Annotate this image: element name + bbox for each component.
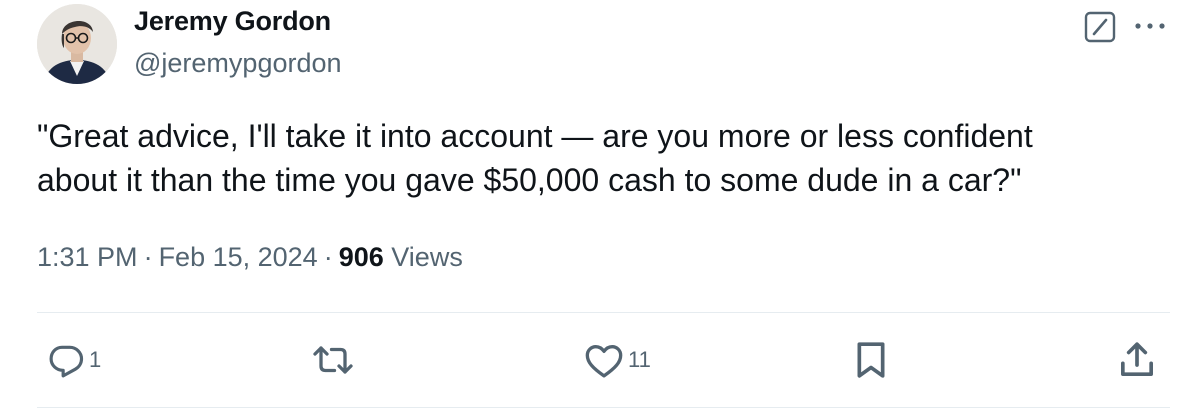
- like-count: 11: [628, 347, 651, 372]
- like-button[interactable]: 11: [584, 340, 651, 380]
- divider: [37, 407, 1170, 408]
- tweet-text: "Great advice, I'll take it into account…: [37, 114, 1157, 202]
- grok-icon: [1084, 11, 1116, 43]
- views-count: 906: [338, 242, 384, 272]
- reply-count: 1: [89, 347, 102, 372]
- reply-button[interactable]: 1: [47, 340, 101, 380]
- author-name[interactable]: Jeremy Gordon: [134, 6, 331, 37]
- reply-icon: [49, 345, 84, 378]
- more-horizontal-icon: [1135, 23, 1165, 29]
- profile-photo-icon: [37, 4, 117, 84]
- heart-icon: [585, 345, 623, 378]
- tweet-date[interactable]: Feb 15, 2024: [159, 242, 318, 272]
- tweet-time[interactable]: 1:31 PM: [37, 242, 138, 272]
- retweet-button[interactable]: [312, 340, 358, 380]
- tweet-meta: 1:31 PM · Feb 15, 2024 · 906 Views: [37, 242, 463, 273]
- author-handle[interactable]: @jeremypgordon: [134, 48, 342, 79]
- tweet-text-line: about it than the time you gave $50,000 …: [37, 162, 1022, 198]
- retweet-icon: [313, 346, 353, 374]
- more-button[interactable]: [1130, 14, 1170, 38]
- divider: [37, 312, 1170, 313]
- share-button[interactable]: [1117, 340, 1157, 380]
- bookmark-icon: [857, 342, 885, 378]
- meta-separator: ·: [323, 242, 333, 272]
- bookmark-button[interactable]: [852, 340, 890, 380]
- tweet-text-line: "Great advice, I'll take it into account…: [37, 118, 1033, 154]
- views-label: Views: [391, 242, 463, 272]
- meta-separator: ·: [143, 242, 153, 272]
- avatar[interactable]: [37, 4, 117, 84]
- grok-button[interactable]: [1083, 10, 1117, 44]
- share-icon: [1121, 342, 1153, 376]
